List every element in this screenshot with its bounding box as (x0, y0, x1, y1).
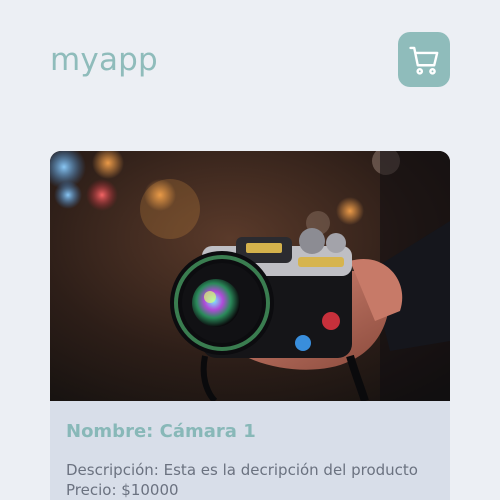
product-name-value: Cámara 1 (159, 421, 256, 442)
product-price-value: $10000 (121, 481, 179, 499)
cart-button[interactable] (398, 32, 450, 87)
header: myapp (50, 32, 450, 87)
product-details: Nombre: Cámara 1 Descripción: Esta es la… (50, 401, 450, 500)
product-description: Descripción: Esta es la decripción del p… (66, 460, 434, 480)
shopping-cart-icon (409, 46, 439, 75)
product-card[interactable]: Nombre: Cámara 1 Descripción: Esta es la… (50, 151, 450, 500)
product-price: Precio: $10000 (66, 480, 434, 500)
camera-photo (50, 151, 450, 401)
product-name-label: Nombre: (66, 421, 154, 442)
product-description-label: Descripción: (66, 461, 159, 479)
product-description-value: Esta es la decripción del producto (163, 461, 418, 479)
app-root: myapp Nombre: Cámara 1 Descripción: Esta… (0, 0, 500, 500)
product-image (50, 151, 450, 401)
product-name: Nombre: Cámara 1 (66, 421, 434, 442)
product-price-label: Precio: (66, 481, 117, 499)
brand-logo-text[interactable]: myapp (50, 42, 158, 78)
